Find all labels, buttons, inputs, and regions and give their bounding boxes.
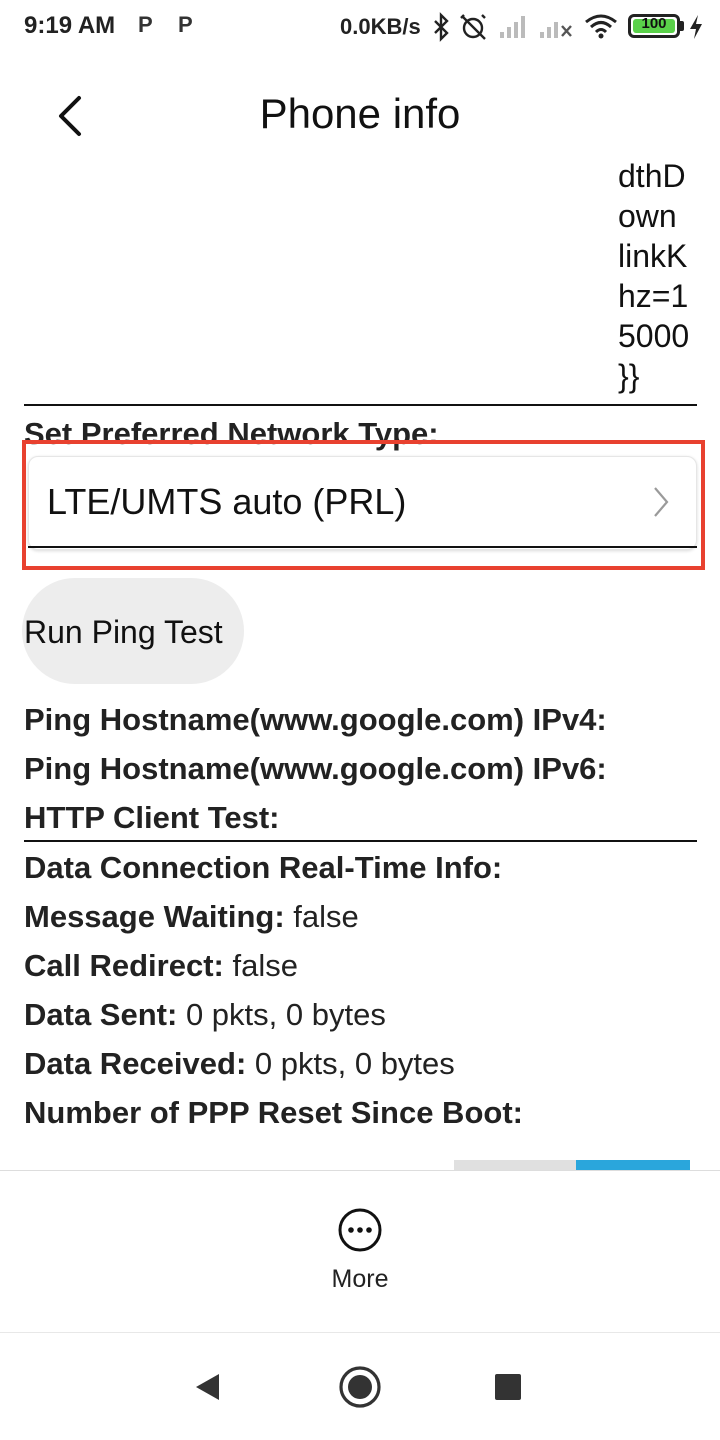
page-title: Phone info [259, 90, 461, 137]
wrapped-bandwidth-text: dthD own linkK hz=1 5000 }} [618, 160, 708, 396]
notification-p-icon: P [138, 12, 153, 37]
system-nav-bar [0, 1332, 720, 1440]
nav-recents-icon [495, 1374, 521, 1400]
http-client-test-label: HTTP Client Test: [24, 800, 280, 835]
partial-control-accent [576, 1160, 690, 1170]
bluetooth-icon [434, 12, 449, 42]
nav-back-button[interactable] [180, 1359, 236, 1415]
signal-icon [500, 16, 525, 38]
wrapped-line: }} [618, 358, 640, 394]
charging-icon [690, 15, 702, 39]
divider [24, 840, 697, 842]
nav-back-icon [196, 1374, 219, 1400]
nav-recents-button[interactable] [480, 1359, 536, 1415]
more-horizontal-icon [338, 1208, 382, 1252]
alarm-off-icon [460, 14, 486, 40]
content-scroll[interactable]: dthD own linkK hz=1 5000 }} Set Preferre… [0, 160, 720, 1170]
more-label: More [331, 1265, 389, 1293]
wrapped-line: dthD [618, 160, 686, 194]
wrapped-line: own [618, 198, 677, 234]
battery-icon: 100 [628, 14, 680, 38]
wrapped-line: 5000 [618, 318, 690, 354]
highlight-box [22, 440, 705, 570]
network-speed: 0.0KB/s [340, 14, 421, 39]
bottom-action-bar: More [0, 1170, 720, 1332]
notification-p-icon: P [178, 12, 193, 37]
status-time: 9:19 AM [24, 12, 116, 39]
data-sent-row: Data Sent: 0 pkts, 0 bytes [24, 997, 386, 1032]
ping-ipv4-label: Ping Hostname(www.google.com) IPv4: [24, 702, 607, 737]
wrapped-line: hz=1 [618, 278, 689, 314]
signal-no-sim-icon [540, 22, 572, 38]
wifi-icon [585, 14, 617, 39]
call-redirect-row: Call Redirect: false [24, 948, 298, 983]
battery-level: 100 [641, 15, 667, 32]
nav-home-button[interactable] [332, 1359, 388, 1415]
data-received-row: Data Received: 0 pkts, 0 bytes [24, 1046, 455, 1081]
message-waiting-row: Message Waiting: false [24, 899, 359, 934]
run-ping-test-label: Run Ping Test [24, 614, 223, 650]
nav-home-icon [339, 1366, 381, 1408]
divider [24, 404, 697, 406]
partial-control [454, 1160, 576, 1170]
ping-ipv6-label: Ping Hostname(www.google.com) IPv6: [24, 751, 607, 786]
ppp-reset-row: Number of PPP Reset Since Boot: [24, 1095, 523, 1130]
wrapped-line: linkK [618, 238, 688, 274]
status-bar: 9:19 AM P P 0.0KB/s 100 [0, 0, 720, 56]
more-button[interactable]: More [310, 1201, 410, 1301]
data-connection-info-label: Data Connection Real-Time Info: [24, 850, 503, 885]
